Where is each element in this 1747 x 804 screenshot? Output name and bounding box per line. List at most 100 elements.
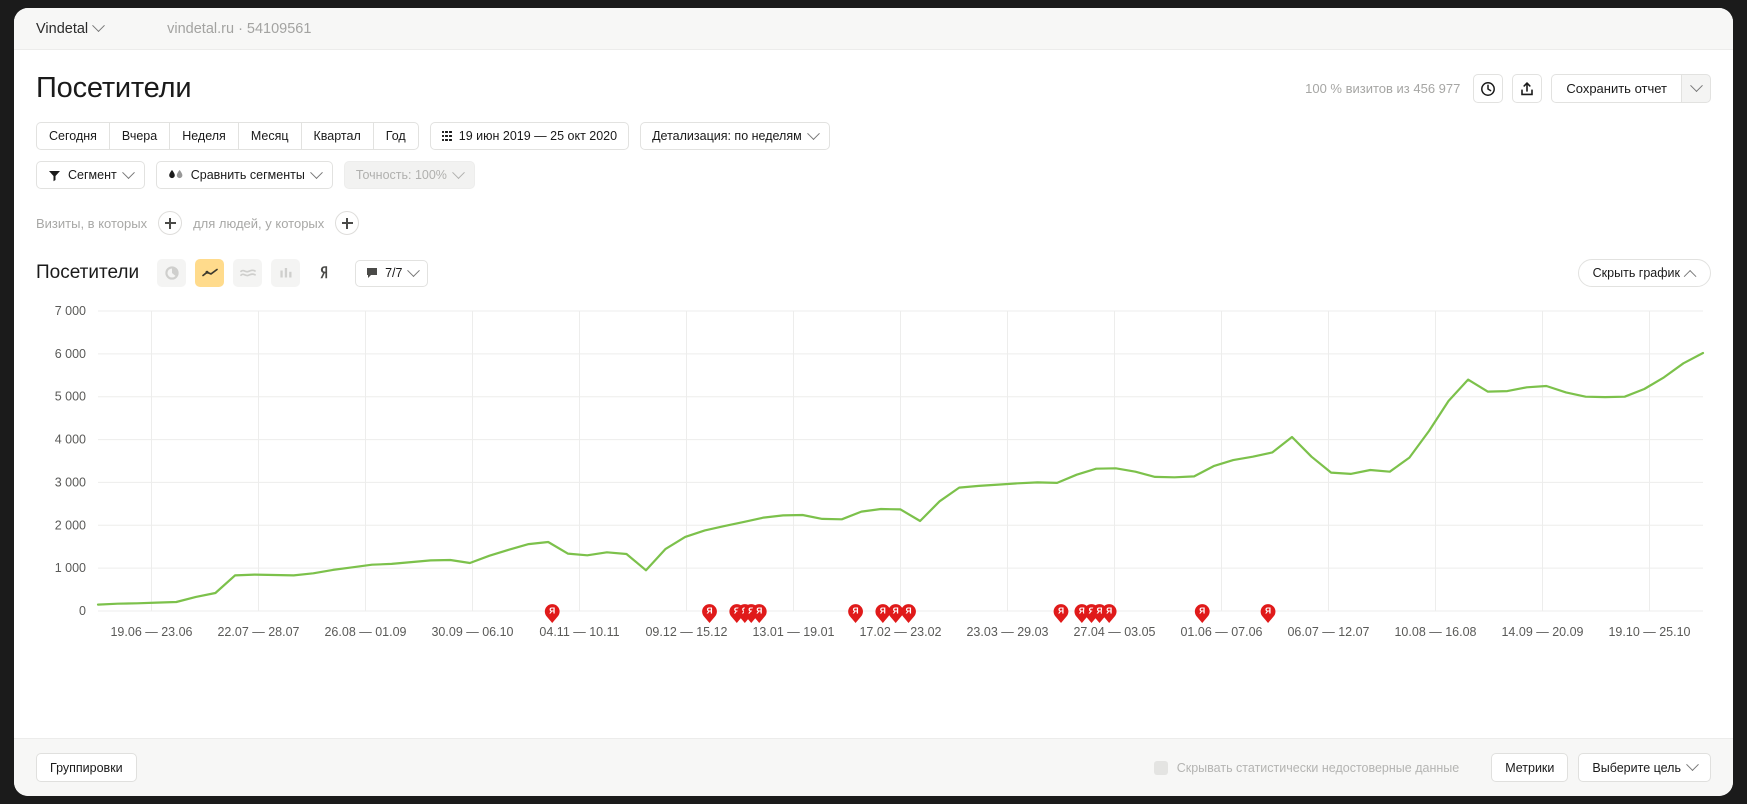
chevron-down-icon (406, 263, 420, 277)
x-axis-tick: 04.11 — 10.11 (539, 625, 619, 639)
detail-level-select[interactable]: Детализация: по неделям (640, 122, 830, 150)
comment-icon (367, 268, 378, 278)
chevron-down-icon (309, 165, 323, 179)
segment-label: Сегмент (68, 168, 117, 182)
annotation-marker: Я (1053, 604, 1069, 623)
share-icon (1521, 81, 1534, 95)
save-report-dropdown[interactable] (1681, 74, 1711, 103)
date-range-picker[interactable]: 19 июн 2019 — 25 окт 2020 (429, 122, 630, 150)
detail-level-label: Детализация: по неделям (652, 129, 802, 143)
annotation-marker: Я (1101, 604, 1117, 623)
save-report-group: Сохранить отчет (1551, 74, 1711, 103)
y-axis-tick: 3 000 (55, 475, 86, 489)
metrica-app: Vindetal vindetal.ru · 54109561 Посетите… (14, 8, 1733, 796)
bar-chart-button[interactable] (271, 259, 301, 287)
y-axis-tick: 6 000 (55, 347, 86, 361)
visitors-chart[interactable]: 0 1 000 2 000 3 000 4 000 5 000 6 000 7 000 19.0… (36, 301, 1711, 656)
y-axis-tick: 1 000 (55, 561, 86, 575)
chart-toolbar: Посетители 7/7 Скрыть график (36, 259, 1711, 287)
svg-text:Я: Я (1199, 606, 1205, 616)
period-button-group: Сегодня Вчера Неделя Месяц Квартал Год (36, 122, 419, 150)
metrics-button[interactable]: Метрики (1491, 753, 1569, 782)
pie-chart-button[interactable] (157, 259, 187, 287)
area-chart-icon (239, 269, 256, 277)
people-condition-label: для людей, у которых (193, 215, 325, 231)
compare-segments-label: Сравнить сегменты (190, 168, 305, 182)
compare-drops-icon (168, 169, 183, 178)
svg-text:Я: Я (549, 606, 555, 616)
topbar: Vindetal vindetal.ru · 54109561 (14, 8, 1733, 50)
hide-unreliable-checkbox[interactable] (1153, 760, 1168, 775)
pie-chart-icon (164, 266, 179, 280)
date-range-label: 19 июн 2019 — 25 окт 2020 (458, 129, 618, 143)
svg-text:Я: Я (1106, 606, 1112, 616)
period-filters: Сегодня Вчера Неделя Месяц Квартал Год 1… (36, 122, 1711, 150)
x-axis-tick: 13.01 — 19.01 (752, 625, 834, 639)
add-visit-condition-button[interactable] (158, 211, 183, 235)
x-axis-tick: 23.03 — 29.03 (966, 625, 1048, 639)
annotation-marker: Я (888, 604, 904, 623)
annotation-marker: Я (901, 604, 916, 623)
period-month[interactable]: Месяц (237, 122, 301, 150)
svg-text:Я: Я (893, 606, 899, 616)
chevron-down-icon (806, 126, 820, 140)
yandex-map-button[interactable] (309, 259, 338, 287)
accuracy-select[interactable]: Точность: 100% (343, 161, 475, 189)
annotation-marker: Я (875, 604, 891, 623)
bar-chart-icon (280, 268, 292, 278)
bottom-actions: Метрики Выберите цель (1491, 753, 1711, 782)
select-goal-label: Выберите цель (1592, 760, 1681, 775)
bottom-bar: Группировки Скрывать статистически недос… (14, 738, 1733, 796)
share-button[interactable] (1512, 74, 1543, 103)
y-axis-tick: 5 000 (55, 390, 86, 404)
chevron-down-icon (1686, 758, 1699, 772)
svg-text:Я: Я (853, 606, 859, 616)
visits-note: 100 % визитов из 456 977 (1305, 81, 1461, 96)
svg-text:Я: Я (1096, 606, 1102, 616)
add-people-condition-button[interactable] (335, 211, 360, 235)
x-axis-tick: 09.12 — 15.12 (645, 625, 727, 639)
screen: Vindetal vindetal.ru · 54109561 Посетите… (0, 0, 1747, 804)
x-axis-tick: 06.07 — 12.07 (1287, 625, 1369, 639)
x-axis-tick: 10.08 — 16.08 (1394, 625, 1476, 639)
x-axis-tick: 26.08 — 01.09 (324, 625, 406, 639)
svg-text:Я: Я (1079, 606, 1085, 616)
calendar-grid-icon (441, 130, 452, 142)
site-selector-label: Vindetal (36, 20, 89, 37)
chevron-down-icon (1689, 79, 1703, 93)
save-report-button[interactable]: Сохранить отчет (1551, 74, 1681, 103)
groupings-button[interactable]: Группировки (36, 753, 137, 782)
period-quarter[interactable]: Квартал (300, 122, 373, 150)
filter-icon (49, 170, 60, 181)
svg-text:Я: Я (1058, 606, 1064, 616)
x-axis-tick: 14.09 — 20.09 (1501, 625, 1583, 639)
x-axis-tick: 17.02 — 23.02 (859, 625, 941, 639)
period-today[interactable]: Сегодня (36, 122, 109, 150)
annotation-marker: Я (1260, 604, 1276, 623)
period-year[interactable]: Год (372, 122, 419, 150)
x-axis-tick: 27.04 — 03.05 (1073, 625, 1155, 639)
comments-button[interactable]: 7/7 (355, 259, 428, 287)
segment-button[interactable]: Сегмент (36, 161, 145, 189)
chevron-down-icon (452, 165, 465, 179)
title-row: Посетители 100 % визитов из 456 977 Сохр… (36, 72, 1711, 105)
site-selector[interactable]: Vindetal (36, 19, 106, 37)
y-axis-tick: 7 000 (55, 304, 86, 318)
select-goal-button[interactable]: Выберите цель (1578, 753, 1711, 782)
page-title: Посетители (36, 72, 192, 104)
svg-text:Я: Я (706, 606, 712, 616)
chart-canvas[interactable]: 0 1 000 2 000 3 000 4 000 5 000 6 000 7 000 19.0… (36, 301, 1711, 651)
x-axis-tick: 19.10 — 25.10 (1608, 625, 1690, 639)
content: Посетители 100 % визитов из 456 977 Сохр… (14, 72, 1733, 656)
period-week[interactable]: Неделя (169, 122, 238, 150)
chevron-up-icon (1683, 269, 1697, 283)
hide-unreliable-control[interactable]: Скрывать статистически недостоверные дан… (1153, 760, 1459, 775)
hide-chart-button[interactable]: Скрыть график (1577, 259, 1711, 287)
compare-segments-button[interactable]: Сравнить сегменты (155, 161, 333, 189)
area-chart-button[interactable] (233, 259, 263, 287)
annotation-marker: Я (544, 604, 560, 623)
line-chart-button[interactable] (195, 259, 225, 287)
clock-button[interactable] (1473, 74, 1504, 103)
segment-filters: Сегмент Сравнить сегменты Точность: 100% (36, 161, 1711, 189)
period-yesterday[interactable]: Вчера (108, 122, 170, 150)
